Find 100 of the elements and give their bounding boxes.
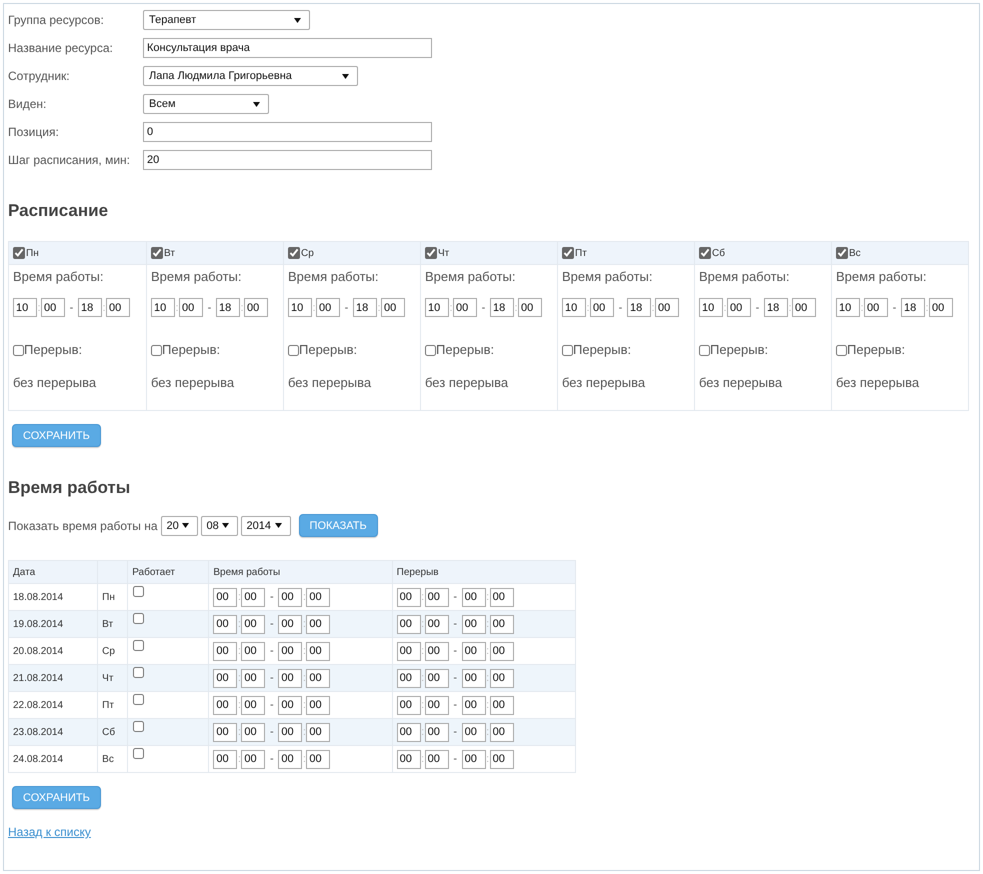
time-field[interactable]: 00: [490, 588, 514, 606]
time-field[interactable]: 00: [278, 668, 302, 688]
break-checkbox[interactable]: [425, 344, 436, 356]
time-field[interactable]: 00: [106, 298, 130, 317]
time-field[interactable]: 00: [278, 642, 302, 660]
time-field[interactable]: 00: [462, 614, 486, 634]
time-field[interactable]: 00: [213, 614, 238, 634]
time-field[interactable]: 10: [836, 298, 860, 317]
time-field[interactable]: 00: [306, 722, 330, 742]
time-field[interactable]: 00: [278, 750, 302, 768]
time-field[interactable]: 00: [490, 696, 514, 714]
time-field[interactable]: 00: [396, 588, 421, 606]
text-field[interactable]: Консультация врача: [143, 38, 432, 58]
time-field[interactable]: 00: [306, 668, 330, 688]
time-field[interactable]: 00: [424, 696, 449, 714]
time-field[interactable]: 00: [424, 642, 449, 660]
time-field[interactable]: 10: [562, 298, 586, 317]
time-field[interactable]: 00: [306, 696, 330, 714]
time-field[interactable]: 00: [241, 668, 266, 688]
time-field[interactable]: 00: [462, 722, 486, 742]
time-field[interactable]: 00: [929, 298, 953, 317]
time-field[interactable]: 00: [590, 298, 614, 317]
time-field[interactable]: 00: [462, 588, 486, 606]
time-field[interactable]: 00: [462, 750, 486, 768]
time-field[interactable]: 00: [462, 696, 486, 714]
time-field[interactable]: 00: [424, 614, 449, 634]
time-field[interactable]: 18: [764, 298, 788, 317]
works-checkbox[interactable]: [133, 612, 144, 624]
break-checkbox[interactable]: [699, 344, 710, 356]
time-field[interactable]: 00: [381, 298, 405, 317]
time-field[interactable]: 00: [490, 614, 514, 634]
works-checkbox[interactable]: [133, 666, 144, 678]
time-field[interactable]: 00: [727, 298, 751, 317]
time-field[interactable]: 10: [13, 298, 37, 317]
dropdown[interactable]: Терапевт: [143, 10, 310, 30]
time-field[interactable]: 10: [425, 298, 449, 317]
time-field[interactable]: 00: [424, 750, 449, 768]
time-field[interactable]: 00: [655, 298, 679, 317]
time-field[interactable]: 10: [151, 298, 175, 317]
time-field[interactable]: 00: [213, 696, 238, 714]
time-field[interactable]: 00: [453, 298, 477, 317]
dropdown[interactable]: Всем: [143, 94, 269, 114]
time-field[interactable]: 00: [213, 750, 238, 768]
time-field[interactable]: 18: [490, 298, 514, 317]
time-field[interactable]: 18: [216, 298, 240, 317]
time-field[interactable]: 00: [41, 298, 65, 317]
day-checkbox[interactable]: [151, 247, 163, 259]
time-field[interactable]: 00: [241, 614, 266, 634]
text-field[interactable]: 0: [143, 122, 432, 142]
time-field[interactable]: 00: [306, 642, 330, 660]
time-field[interactable]: 00: [490, 722, 514, 742]
break-checkbox[interactable]: [836, 344, 847, 356]
works-checkbox[interactable]: [133, 694, 144, 704]
time-field[interactable]: 00: [490, 668, 514, 688]
time-field[interactable]: 10: [288, 298, 312, 317]
time-field[interactable]: 00: [490, 642, 514, 660]
time-field[interactable]: 00: [213, 668, 238, 688]
time-field[interactable]: 00: [213, 642, 238, 660]
time-field[interactable]: 00: [241, 722, 266, 742]
time-field[interactable]: 00: [241, 588, 266, 606]
time-field[interactable]: 00: [462, 642, 486, 660]
time-field[interactable]: 00: [396, 614, 421, 634]
time-field[interactable]: 00: [213, 588, 238, 606]
time-field[interactable]: 00: [241, 642, 266, 660]
time-field[interactable]: 00: [396, 750, 421, 768]
time-field[interactable]: 00: [396, 668, 421, 688]
dropdown[interactable]: Лапа Людмила Григорьевна: [143, 66, 358, 86]
day-checkbox[interactable]: [836, 247, 848, 259]
time-field[interactable]: 18: [627, 298, 651, 317]
time-field[interactable]: 00: [244, 298, 268, 317]
time-field[interactable]: 00: [241, 750, 266, 768]
time-field[interactable]: 00: [278, 614, 302, 634]
time-field[interactable]: 00: [306, 750, 330, 768]
day-checkbox[interactable]: [288, 247, 300, 259]
works-checkbox[interactable]: [133, 586, 144, 596]
day-checkbox[interactable]: [425, 247, 437, 259]
time-field[interactable]: 00: [396, 642, 421, 660]
time-field[interactable]: 00: [179, 298, 203, 317]
day-checkbox[interactable]: [562, 247, 574, 259]
works-checkbox[interactable]: [133, 748, 144, 758]
works-checkbox[interactable]: [133, 720, 144, 732]
time-field[interactable]: 00: [278, 722, 302, 742]
text-field[interactable]: 20: [143, 150, 432, 170]
year-dropdown[interactable]: 2014: [240, 516, 291, 536]
time-field[interactable]: 18: [78, 298, 102, 317]
time-field[interactable]: 00: [278, 588, 302, 606]
break-checkbox[interactable]: [151, 344, 162, 356]
break-checkbox[interactable]: [562, 344, 573, 356]
day-checkbox[interactable]: [13, 247, 25, 259]
break-checkbox[interactable]: [288, 344, 299, 356]
time-field[interactable]: 00: [306, 614, 330, 634]
time-field[interactable]: 00: [424, 588, 449, 606]
time-field[interactable]: 00: [396, 696, 421, 714]
time-field[interactable]: 18: [901, 298, 925, 317]
works-checkbox[interactable]: [133, 640, 144, 650]
time-field[interactable]: 00: [241, 696, 266, 714]
time-field[interactable]: 00: [518, 298, 542, 317]
time-field[interactable]: 00: [278, 696, 302, 714]
time-field[interactable]: 00: [490, 750, 514, 768]
time-field[interactable]: 18: [353, 298, 377, 317]
